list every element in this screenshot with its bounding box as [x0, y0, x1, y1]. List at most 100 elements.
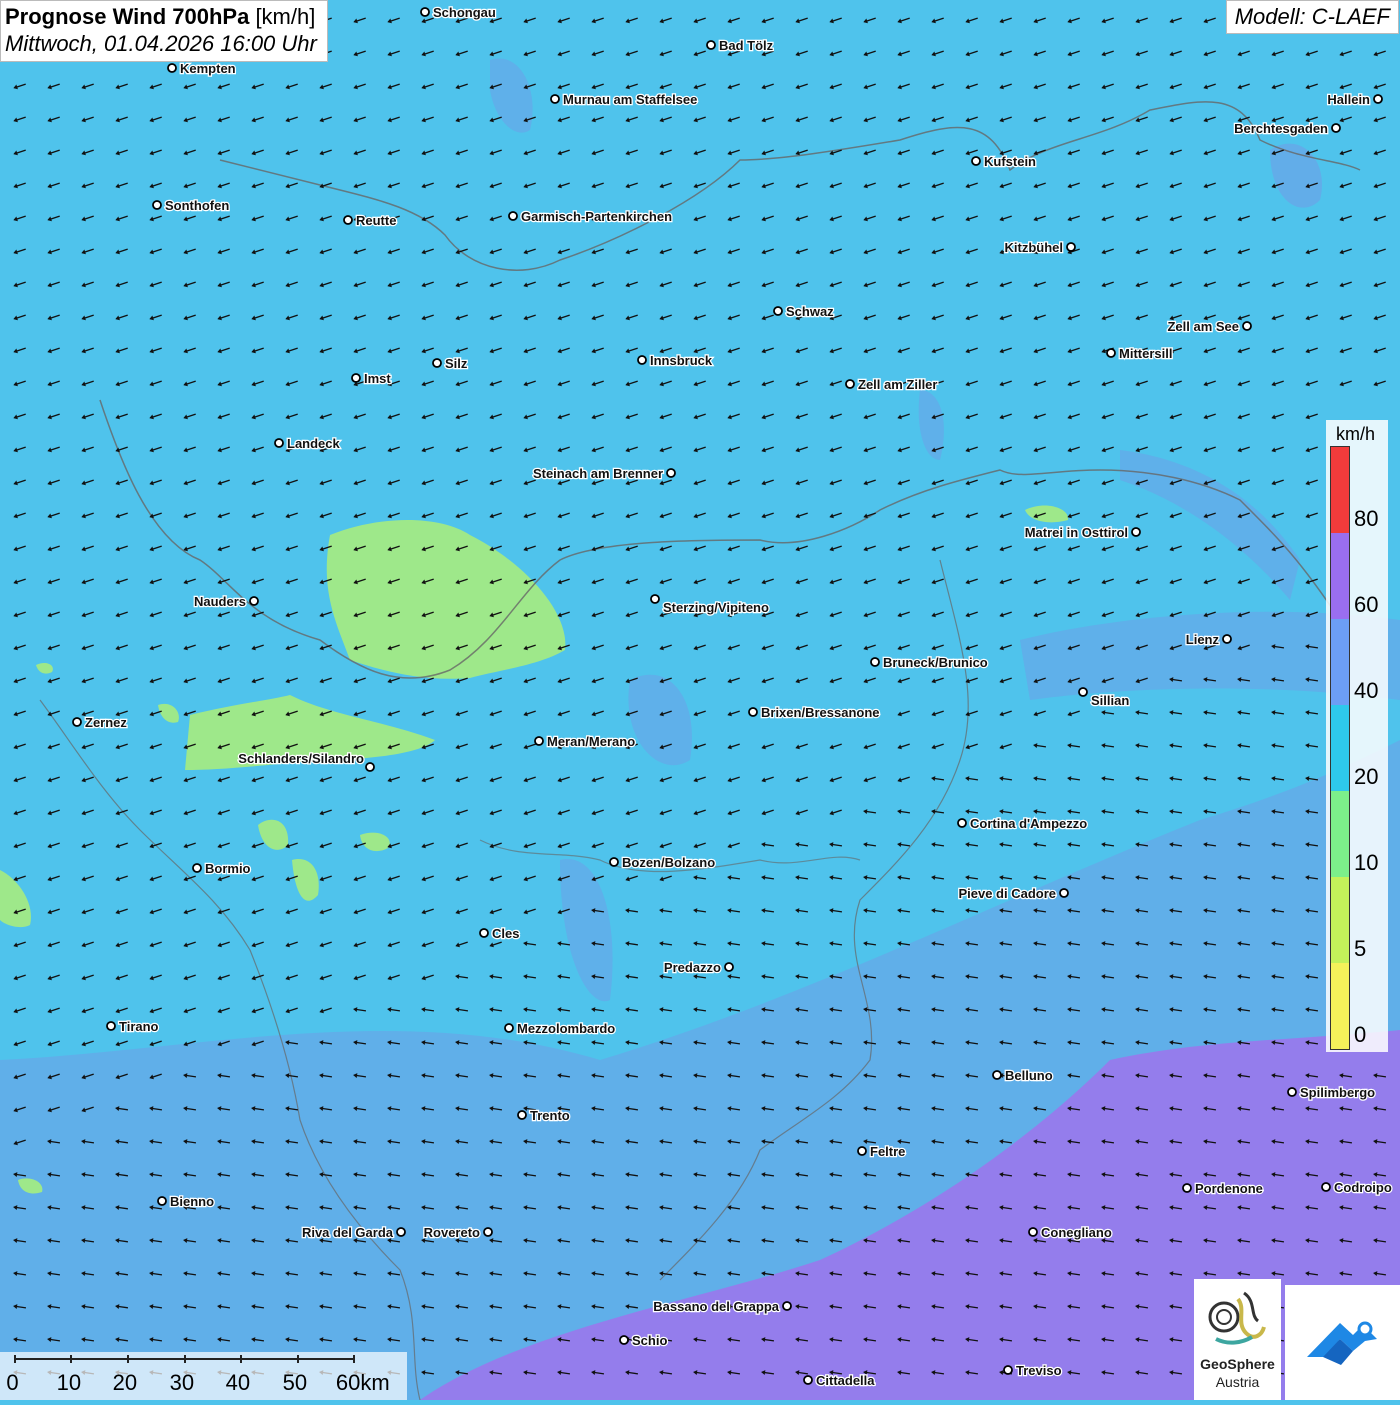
city-dot	[504, 1023, 514, 1033]
city-label: Sonthofen	[165, 198, 229, 213]
city-dot	[803, 1375, 813, 1385]
app-logo[interactable]	[1285, 1285, 1400, 1400]
scale-label: 0	[6, 1370, 19, 1395]
city-dot	[782, 1301, 792, 1311]
map-title-unit: [km/h]	[255, 4, 316, 29]
city-dot	[365, 762, 375, 772]
city-label: Imst	[364, 371, 391, 386]
city-label: Codroipo	[1334, 1180, 1392, 1195]
city-label: Trento	[530, 1108, 570, 1123]
city-label: Schwaz	[786, 304, 834, 319]
city-dot	[192, 863, 202, 873]
city-dot	[351, 373, 361, 383]
forecast-datetime: Mittwoch, 01.04.2026 16:00 Uhr	[5, 31, 317, 56]
city-dot	[637, 355, 647, 365]
scale-tick	[184, 1355, 186, 1363]
city-dot	[1373, 94, 1383, 104]
city-dot	[508, 211, 518, 221]
scale-tick	[70, 1355, 72, 1363]
city-label: Bormio	[205, 861, 251, 876]
city-marker: Steinach am Brenner	[532, 465, 676, 482]
geosphere-logo[interactable]: GeoSphere Austria	[1194, 1279, 1281, 1400]
app-mountain-icon	[1307, 1321, 1377, 1365]
city-label: Kempten	[180, 61, 236, 76]
legend-label-0: 0	[1354, 1022, 1367, 1047]
scale-tick	[297, 1355, 299, 1363]
scale-tick	[353, 1355, 355, 1363]
scale-label: 10	[56, 1370, 82, 1395]
city-label: Tirano	[119, 1019, 159, 1034]
city-label: Conegliano	[1041, 1225, 1112, 1240]
city-dot	[619, 1335, 629, 1345]
city-label: Riva del Garda	[302, 1225, 394, 1240]
city-dot	[773, 306, 783, 316]
city-label: Cittadella	[816, 1373, 875, 1388]
city-label: Bienno	[170, 1194, 214, 1209]
scale-label: 60km	[335, 1370, 390, 1395]
city-dot	[1287, 1087, 1297, 1097]
city-dot	[479, 928, 489, 938]
legend-seg-yellow	[1331, 963, 1349, 1049]
city-dot	[249, 596, 259, 606]
title-box: Prognose Wind 700hPa [km/h] Mittwoch, 01…	[0, 0, 328, 62]
city-dot	[1028, 1227, 1038, 1237]
logo-brand-text: GeoSphere	[1200, 1356, 1275, 1372]
city-dot	[666, 468, 676, 478]
city-dot	[432, 358, 442, 368]
city-dot	[72, 717, 82, 727]
city-marker: Berchtesgaden	[1233, 120, 1341, 137]
city-label: Landeck	[287, 436, 341, 451]
model-label: Modell: C-LAEF	[1225, 0, 1399, 34]
city-dot	[157, 1196, 167, 1206]
city-label: Berchtesgaden	[1234, 121, 1328, 136]
city-dot	[957, 818, 967, 828]
legend-label-40: 40	[1354, 678, 1379, 703]
city-label: Treviso	[1016, 1363, 1062, 1378]
city-dot	[167, 63, 177, 73]
city-marker: Matrei in Osttirol	[1023, 524, 1141, 541]
city-marker: Innsbruck	[637, 352, 714, 369]
city-label: Pordenone	[1195, 1181, 1263, 1196]
legend-label-20: 20	[1354, 764, 1379, 789]
city-dot	[1182, 1183, 1192, 1193]
city-label: Bruneck/Brunico	[883, 655, 988, 670]
city-marker: Spilimbergo	[1287, 1084, 1376, 1101]
city-label: Garmisch-Partenkirchen	[521, 209, 672, 224]
city-marker: Murnau am Staffelsee	[550, 91, 699, 108]
scale-tick	[127, 1355, 129, 1363]
city-label: Sillian	[1091, 693, 1129, 708]
city-label: Bassano del Grappa	[653, 1299, 779, 1314]
city-dot	[152, 200, 162, 210]
city-label: Silz	[445, 356, 468, 371]
legend-label-10: 10	[1354, 850, 1379, 875]
geosphere-emblem-icon	[1208, 1291, 1266, 1345]
city-marker: Schongau	[420, 4, 497, 21]
city-label: Schongau	[433, 5, 496, 20]
city-label: Bad Tölz	[719, 38, 774, 53]
color-legend: km/h 80 60 40 20 10 5 0	[1326, 420, 1388, 1052]
city-dot	[534, 736, 544, 746]
scale-tick	[240, 1355, 242, 1363]
city-marker: Pieve di Cadore	[957, 885, 1069, 902]
legend-label-60: 60	[1354, 592, 1379, 617]
wind-map: Schongau Bad Tölz Kempten Murnau am Staffel…	[0, 0, 1400, 1400]
scale-label: 20	[112, 1370, 138, 1395]
city-marker: Riva del Garda	[301, 1224, 406, 1241]
city-dot	[1331, 123, 1341, 133]
scale-label: 50	[282, 1370, 308, 1395]
city-dot	[1131, 527, 1141, 537]
city-dot	[609, 857, 619, 867]
city-dot	[1078, 687, 1088, 697]
city-marker: Conegliano	[1028, 1224, 1113, 1241]
city-dot	[550, 94, 560, 104]
city-label: Murnau am Staffelsee	[563, 92, 697, 107]
city-marker: Mezzolombardo	[504, 1020, 617, 1037]
city-label: Reutte	[356, 213, 396, 228]
city-label: Feltre	[870, 1144, 905, 1159]
city-dot	[748, 707, 758, 717]
legend-unit: km/h	[1336, 424, 1376, 444]
city-dot	[992, 1070, 1002, 1080]
city-dot	[517, 1110, 527, 1120]
city-label: Rovereto	[424, 1225, 480, 1240]
city-label: Steinach am Brenner	[533, 466, 663, 481]
